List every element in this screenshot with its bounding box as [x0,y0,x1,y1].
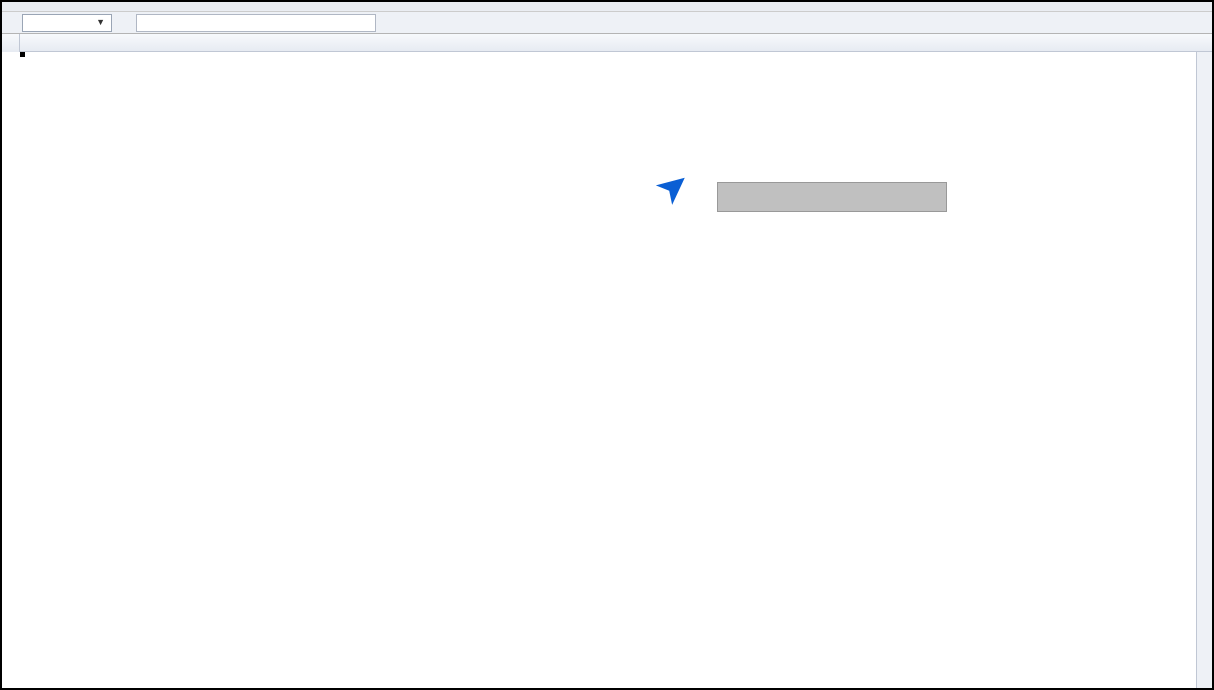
fill-handle[interactable] [20,52,25,57]
arrow-icon: ➤ [644,157,701,216]
formula-bar-button[interactable] [136,14,376,32]
select-all-corner[interactable] [2,34,20,52]
column-headers[interactable] [2,34,1212,52]
ribbon-group-labels [2,2,1212,12]
tooltip-callout [717,182,947,212]
formula-bar-row: ▼ [2,12,1212,34]
name-box[interactable]: ▼ [22,14,112,32]
active-cell-cursor [20,52,24,56]
vertical-scrollbar[interactable] [1196,52,1212,688]
chevron-down-icon: ▼ [96,17,105,28]
